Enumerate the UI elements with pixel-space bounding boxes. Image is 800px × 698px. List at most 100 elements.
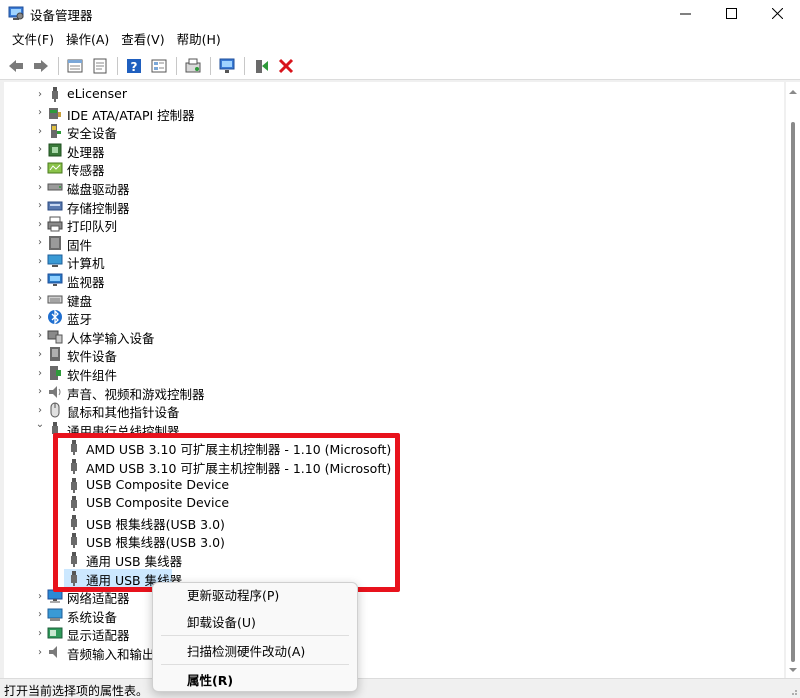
svg-text:?: ? bbox=[131, 60, 138, 74]
red-annotation-box bbox=[53, 433, 400, 592]
forward-button[interactable] bbox=[29, 55, 53, 77]
expand-chevron-right-icon[interactable]: › bbox=[35, 405, 45, 416]
tree-node-label: 人体学输入设备 bbox=[67, 330, 155, 346]
tree-category[interactable]: › 传感器 bbox=[4, 159, 780, 178]
device-list-button[interactable] bbox=[63, 55, 87, 77]
expand-chevron-right-icon[interactable]: › bbox=[35, 275, 45, 286]
computer-icon bbox=[47, 254, 63, 268]
close-button[interactable] bbox=[754, 0, 800, 27]
menu-action[interactable]: 操作(A) bbox=[60, 27, 115, 52]
context-item-uninstall-device[interactable]: 卸载设备(U) bbox=[187, 612, 256, 631]
firmware-icon bbox=[49, 235, 61, 250]
security-device-icon bbox=[51, 124, 61, 139]
device-list-icon bbox=[67, 59, 83, 72]
tree-category[interactable]: › 存储控制器 bbox=[4, 197, 780, 216]
ide-controller-icon bbox=[49, 107, 61, 119]
system-device-icon bbox=[47, 608, 63, 621]
view-button[interactable] bbox=[147, 55, 171, 77]
expand-chevron-right-icon[interactable]: › bbox=[35, 609, 45, 620]
scan-hardware-button[interactable] bbox=[215, 55, 239, 77]
status-text: 打开当前选择项的属性表。 bbox=[4, 684, 149, 698]
context-item-scan-hardware[interactable]: 扫描检测硬件改动(A) bbox=[187, 641, 305, 660]
expand-chevron-right-icon[interactable]: › bbox=[35, 368, 45, 379]
expand-chevron-right-icon[interactable]: › bbox=[35, 591, 45, 602]
title-bar: 设备管理器 bbox=[0, 0, 800, 27]
tree-category[interactable]: › 鼠标和其他指针设备 bbox=[4, 401, 780, 420]
expand-chevron-right-icon[interactable]: › bbox=[35, 237, 45, 248]
tree-category[interactable]: › eLicenser bbox=[4, 85, 780, 104]
expand-chevron-right-icon[interactable]: › bbox=[35, 219, 45, 230]
expand-chevron-right-icon[interactable]: › bbox=[35, 330, 45, 341]
processor-icon bbox=[48, 143, 62, 157]
context-item-update-driver[interactable]: 更新驱动程序(P) bbox=[187, 585, 279, 604]
menu-view[interactable]: 查看(V) bbox=[115, 27, 170, 52]
expand-chevron-right-icon[interactable]: › bbox=[35, 312, 45, 323]
expand-chevron-right-icon[interactable]: › bbox=[35, 182, 45, 193]
tree-category[interactable]: › 安全设备 bbox=[4, 122, 780, 141]
forward-arrow-icon bbox=[34, 59, 48, 72]
context-separator bbox=[161, 664, 349, 665]
maximize-button[interactable] bbox=[708, 0, 754, 27]
expand-chevron-right-icon[interactable]: › bbox=[35, 647, 45, 658]
vertical-scrollbar[interactable] bbox=[786, 82, 800, 678]
tree-node-label: 软件组件 bbox=[67, 368, 118, 383]
keyboard-icon bbox=[47, 295, 63, 304]
tree-category[interactable]: › 计算机 bbox=[4, 252, 780, 271]
tree-category[interactable]: › 系统设备 bbox=[4, 606, 780, 625]
close-icon bbox=[771, 8, 783, 19]
update-driver-button[interactable] bbox=[181, 55, 205, 77]
expand-chevron-right-icon[interactable]: › bbox=[35, 628, 45, 639]
expand-chevron-right-icon[interactable]: › bbox=[35, 107, 45, 118]
minimize-button[interactable] bbox=[662, 0, 708, 27]
resize-grip-icon[interactable] bbox=[788, 686, 798, 696]
bluetooth-icon bbox=[48, 309, 62, 325]
menu-file[interactable]: 文件(F) bbox=[6, 27, 60, 52]
tree-category[interactable]: › 固件 bbox=[4, 234, 780, 253]
software-device-icon bbox=[50, 347, 60, 362]
toolbar: ? bbox=[0, 52, 800, 80]
tree-category[interactable]: › 音频输入和输出 bbox=[4, 643, 780, 662]
expand-chevron-right-icon[interactable]: › bbox=[35, 126, 45, 137]
expand-chevron-right-icon[interactable]: › bbox=[35, 200, 45, 211]
expand-chevron-right-icon[interactable]: › bbox=[35, 386, 45, 397]
tree-node-label: 计算机 bbox=[67, 256, 105, 272]
scroll-down-icon[interactable] bbox=[789, 666, 797, 674]
tree-category[interactable]: › 监视器 bbox=[4, 271, 780, 290]
expand-chevron-right-icon[interactable]: › bbox=[35, 293, 45, 304]
tree-category[interactable]: › 显示适配器 bbox=[4, 624, 780, 643]
tree-category[interactable]: › 键盘 bbox=[4, 290, 780, 309]
enable-device-button[interactable] bbox=[249, 55, 273, 77]
scroll-thumb[interactable] bbox=[791, 122, 795, 662]
expand-chevron-right-icon[interactable]: › bbox=[35, 144, 45, 155]
expand-chevron-right-icon[interactable]: › bbox=[35, 89, 45, 100]
expand-chevron-right-icon[interactable]: › bbox=[35, 163, 45, 174]
tree-category[interactable]: › 声音、视频和游戏控制器 bbox=[4, 383, 780, 402]
scroll-up-icon[interactable] bbox=[789, 88, 797, 96]
expand-chevron-right-icon[interactable]: › bbox=[35, 349, 45, 360]
enable-device-icon bbox=[256, 59, 268, 73]
context-item-properties[interactable]: 属性(R) bbox=[187, 670, 233, 689]
tree-category[interactable]: › 处理器 bbox=[4, 141, 780, 160]
tree-node-label: IDE ATA/ATAPI 控制器 bbox=[67, 107, 195, 123]
properties-button[interactable] bbox=[88, 55, 112, 77]
speaker-icon bbox=[49, 385, 61, 398]
expand-chevron-down-icon[interactable]: ⌄ bbox=[35, 419, 45, 430]
tree-category[interactable]: › 软件设备 bbox=[4, 345, 780, 364]
expand-chevron-right-icon[interactable]: › bbox=[35, 256, 45, 267]
tree-node-label: 鼠标和其他指针设备 bbox=[67, 405, 180, 421]
tree-category[interactable]: › 软件组件 bbox=[4, 364, 780, 383]
menu-help[interactable]: 帮助(H) bbox=[171, 27, 227, 52]
tree-category[interactable]: › IDE ATA/ATAPI 控制器 bbox=[4, 104, 780, 123]
tree-category[interactable]: › 蓝牙 bbox=[4, 308, 780, 327]
tree-category[interactable]: › 人体学输入设备 bbox=[4, 327, 780, 346]
context-menu: 更新驱动程序(P) 卸载设备(U) 扫描检测硬件改动(A) 属性(R) bbox=[152, 582, 358, 692]
help-button[interactable]: ? bbox=[122, 55, 146, 77]
tree-category[interactable]: › 打印队列 bbox=[4, 215, 780, 234]
tree-category[interactable]: › 磁盘驱动器 bbox=[4, 178, 780, 198]
tree-node-label: 安全设备 bbox=[67, 126, 118, 142]
remove-device-button[interactable] bbox=[274, 55, 298, 77]
maximize-icon bbox=[725, 8, 737, 19]
context-separator bbox=[161, 635, 349, 636]
monitor-scan-icon bbox=[219, 58, 235, 73]
back-button[interactable] bbox=[4, 55, 28, 77]
